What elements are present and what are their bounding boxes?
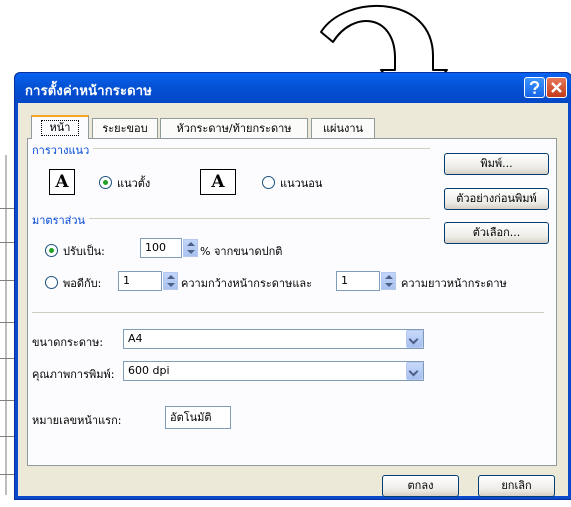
portrait-radio[interactable] [99, 176, 112, 189]
sheet-gridline [0, 474, 14, 475]
adjust-to-spinner[interactable] [183, 239, 198, 257]
fit-wide-suffix: ความกว้างหน้ากระดาษและ [181, 277, 313, 290]
sheet-gridline [0, 280, 14, 281]
sheet-gridline [0, 322, 14, 323]
help-button[interactable] [524, 77, 545, 98]
landscape-icon: A [200, 169, 236, 195]
paper-size-dropdown-button[interactable] [406, 330, 423, 348]
sheet-gridline [0, 358, 14, 359]
fit-to-label[interactable]: พอดีกับ: [63, 274, 101, 292]
close-icon [551, 82, 562, 93]
dialog-body: หน้า ระยะขอบ หัวกระดาษ/ท้ายกระดาษ แผ่นงา… [18, 103, 568, 497]
adjust-to-suffix: % จากขนาดปกติ [200, 245, 283, 258]
adjust-to-label[interactable]: ปรับเป็น: [63, 242, 105, 260]
print-button[interactable]: พิมพ์... [444, 153, 549, 175]
options-button[interactable]: ตัวเลือก... [444, 222, 549, 244]
fit-wide-spinner[interactable] [163, 272, 178, 290]
tab-panel-page: การวางแนว A แนวตั้ง A แนวนอน มาตราส่วน ป… [27, 138, 557, 466]
portrait-label[interactable]: แนวตั้ง [117, 174, 150, 192]
print-quality-select[interactable]: 600 dpi [123, 361, 424, 381]
tab-page[interactable]: หน้า [31, 115, 89, 139]
orientation-group-label: การวางแนว [32, 141, 94, 159]
question-mark-icon [529, 80, 540, 94]
sheet-ruler [5, 155, 7, 495]
first-page-number-label: หมายเลขหน้าแรก: [32, 414, 122, 427]
dialog-title: การตั้งค่าหน้ากระดาษ [25, 84, 153, 99]
tab-sheet[interactable]: แผ่นงาน [311, 118, 375, 138]
print-quality-dropdown-button[interactable] [406, 362, 423, 380]
tab-margins[interactable]: ระยะขอบ [92, 118, 158, 138]
tab-page-label: หน้า [40, 120, 80, 136]
adjust-to-radio[interactable] [45, 244, 58, 257]
sheet-gridline [0, 208, 14, 209]
paper-size-select[interactable]: A4 [123, 329, 424, 349]
paper-size-label: ขนาดกระดาษ: [32, 336, 104, 349]
fit-tall-suffix: ความยาวหน้ากระดาษ [401, 277, 507, 290]
scaling-group-label: มาตราส่วน [32, 211, 90, 229]
cancel-button[interactable]: ยกเลิก [478, 475, 555, 497]
title-bar[interactable]: การตั้งค่าหน้ากระดาษ [15, 73, 571, 103]
sheet-gridline [0, 436, 14, 437]
fit-tall-spinner[interactable] [381, 272, 396, 290]
landscape-radio[interactable] [262, 176, 275, 189]
sheet-gridline [0, 400, 14, 401]
section-divider [32, 312, 544, 313]
sheet-gridline [0, 242, 14, 243]
print-preview-button[interactable]: ตัวอย่างก่อนพิมพ์ [444, 188, 549, 210]
print-quality-label: คุณภาพการพิมพ์: [32, 368, 115, 381]
portrait-icon: A [49, 169, 75, 195]
page-setup-dialog: การตั้งค่าหน้ากระดาษ หน้า ระยะขอบ หัวกระ… [14, 72, 571, 500]
group-divider [32, 218, 430, 219]
adjust-to-input[interactable]: 100 [140, 238, 182, 258]
fit-tall-input[interactable]: 1 [336, 271, 380, 291]
landscape-label[interactable]: แนวนอน [280, 174, 322, 192]
ok-button[interactable]: ตกลง [382, 475, 459, 497]
fit-wide-input[interactable]: 1 [118, 271, 162, 291]
first-page-number-input[interactable]: อัตโนมัติ [165, 406, 231, 429]
tab-header-footer[interactable]: หัวกระดาษ/ท้ายกระดาษ [160, 118, 308, 138]
close-button[interactable] [546, 77, 567, 98]
fit-to-radio[interactable] [45, 276, 58, 289]
